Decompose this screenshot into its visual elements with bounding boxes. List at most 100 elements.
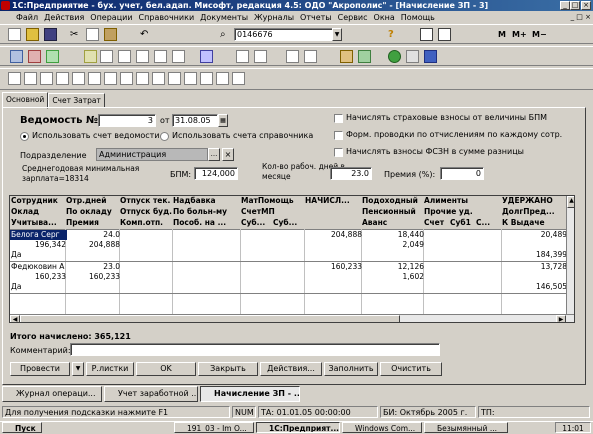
minimize-button[interactable]: _ bbox=[560, 1, 570, 10]
comment-input[interactable] bbox=[70, 343, 440, 356]
col-header-sub2[interactable]: Суб... bbox=[272, 218, 306, 230]
check-fszn-difference[interactable] bbox=[334, 148, 343, 157]
taskbar-item-im[interactable]: 191_03 - Im O... bbox=[174, 422, 254, 433]
save-icon[interactable] bbox=[44, 28, 57, 41]
close-button[interactable]: × bbox=[581, 1, 591, 10]
report-icon-9[interactable] bbox=[136, 72, 149, 85]
doc-icon-2[interactable] bbox=[28, 50, 41, 63]
doc-icon-6[interactable] bbox=[118, 50, 131, 63]
table-row-1-salary[interactable]: 196,342 bbox=[10, 240, 67, 250]
doc-icon-12[interactable] bbox=[254, 50, 267, 63]
doc-tab-journal[interactable]: Журнал операци... bbox=[2, 386, 102, 402]
menu-journals[interactable]: Журналы bbox=[254, 13, 294, 22]
table-row-1-accrued[interactable]: 204,888 bbox=[304, 230, 363, 240]
dept-input[interactable]: Администрация bbox=[96, 148, 208, 161]
table-row-2-flag[interactable]: Да bbox=[10, 282, 67, 292]
report-icon-7[interactable] bbox=[104, 72, 117, 85]
memory-m-button[interactable]: M bbox=[498, 28, 511, 41]
maximize-button[interactable]: □ bbox=[570, 1, 580, 10]
doc-tab-payroll[interactable]: Учет заработной ... bbox=[104, 386, 198, 402]
menu-actions[interactable]: Действия bbox=[44, 13, 84, 22]
report-icon-10[interactable] bbox=[152, 72, 165, 85]
doc-icon-7[interactable] bbox=[136, 50, 149, 63]
menu-service[interactable]: Сервис bbox=[338, 13, 368, 22]
col-header-account[interactable]: Счет bbox=[423, 218, 451, 230]
doc-icon-3[interactable] bbox=[46, 50, 59, 63]
post-button[interactable]: Провести bbox=[10, 362, 70, 376]
report-icon-13[interactable] bbox=[200, 72, 213, 85]
table-row-1-withheld[interactable]: 20,489 bbox=[501, 230, 568, 240]
doc-icon-13[interactable] bbox=[286, 50, 299, 63]
table-row-2-by-salary[interactable]: 160,233 bbox=[65, 272, 121, 282]
undo-icon[interactable]: ↶ bbox=[140, 28, 153, 41]
table-row-2-name[interactable]: Федюковин А bbox=[10, 262, 67, 272]
doc-icon-14[interactable] bbox=[304, 50, 317, 63]
doc-icon-8[interactable] bbox=[154, 50, 167, 63]
menu-documents[interactable]: Документы bbox=[200, 13, 248, 22]
doc-icon-5[interactable] bbox=[100, 50, 113, 63]
report-icon-15[interactable] bbox=[232, 72, 245, 85]
dept-select-button[interactable]: ... bbox=[208, 148, 220, 161]
report-icon-2[interactable] bbox=[24, 72, 37, 85]
menu-help[interactable]: Помощь bbox=[401, 13, 435, 22]
memory-mplus-button[interactable]: M+ bbox=[512, 28, 530, 41]
table-row-1-pension[interactable]: 2,049 bbox=[361, 240, 425, 250]
col-header-sub1[interactable]: Суб... bbox=[240, 218, 274, 230]
col-header-benefit[interactable]: Пособ. на ... bbox=[172, 218, 242, 230]
table-row-1-name[interactable]: Белога Серг bbox=[10, 230, 67, 240]
menu-operations[interactable]: Операции bbox=[90, 13, 132, 22]
col-header-bonus[interactable]: Премия bbox=[65, 218, 121, 230]
table-row-1-by-salary[interactable]: 204,888 bbox=[65, 240, 121, 250]
menu-references[interactable]: Справочники bbox=[139, 13, 195, 22]
doc-icon-11[interactable] bbox=[236, 50, 249, 63]
col-header-advance[interactable]: Аванс bbox=[361, 218, 425, 230]
scroll-thumb[interactable] bbox=[20, 315, 400, 322]
payslips-button[interactable]: Р.листки bbox=[86, 362, 134, 376]
table-row-2-salary[interactable]: 160,233 bbox=[10, 272, 67, 282]
date-input[interactable]: 31.08.05 bbox=[172, 114, 218, 127]
table-row-2-pension[interactable]: 1,602 bbox=[361, 272, 425, 282]
doc-icon-10[interactable] bbox=[200, 50, 213, 63]
search-input[interactable]: 0146676 bbox=[234, 28, 342, 41]
taskbar-item-windows[interactable]: Windows Com... bbox=[342, 422, 422, 433]
doc-icon-4[interactable] bbox=[84, 50, 97, 63]
calculator-icon[interactable] bbox=[420, 28, 433, 41]
doc-icon-1[interactable] bbox=[10, 50, 23, 63]
table-row-2-income-tax[interactable]: 12,126 bbox=[361, 262, 425, 272]
check-postings-per-employee[interactable] bbox=[334, 131, 343, 140]
report-icon-8[interactable] bbox=[120, 72, 133, 85]
dept-clear-button[interactable]: × bbox=[222, 148, 234, 161]
col-header-counted[interactable]: Учитыва... bbox=[10, 218, 67, 230]
actions-button[interactable]: Действия... bbox=[260, 362, 322, 376]
col-header-sub-c[interactable]: С... bbox=[475, 218, 503, 230]
table-row-2-withheld[interactable]: 13,728 bbox=[501, 262, 568, 272]
doc-icon-15[interactable] bbox=[340, 50, 353, 63]
report-icon-6[interactable] bbox=[88, 72, 101, 85]
bonus-input[interactable]: 0 bbox=[440, 167, 484, 180]
scroll-up-button[interactable]: ▲ bbox=[567, 196, 574, 208]
doc-icon-19[interactable] bbox=[424, 50, 437, 63]
menu-windows[interactable]: Окна bbox=[374, 13, 395, 22]
doc-icon-16[interactable] bbox=[358, 50, 371, 63]
report-icon-14[interactable] bbox=[216, 72, 229, 85]
menu-file[interactable]: Файл bbox=[16, 13, 38, 22]
report-icon-4[interactable] bbox=[56, 72, 69, 85]
workdays-input[interactable]: 23.0 bbox=[330, 167, 372, 180]
calendar-icon[interactable] bbox=[438, 28, 451, 41]
calendar-button[interactable]: ▦ bbox=[218, 114, 228, 127]
mdi-controls[interactable]: _ □ × bbox=[555, 13, 591, 22]
start-button[interactable]: Пуск bbox=[2, 422, 42, 433]
table-row-1-days[interactable]: 24.0 bbox=[65, 230, 121, 240]
close-form-button[interactable]: Закрыть bbox=[198, 362, 258, 376]
col-header-comp-vacation[interactable]: Комп.отп. bbox=[119, 218, 174, 230]
col-header-sub-1[interactable]: Суб1 bbox=[449, 218, 477, 230]
col-header-accrued[interactable]: НАЧИСЛ... bbox=[304, 196, 363, 230]
col-header-payout[interactable]: К Выдаче bbox=[501, 218, 568, 230]
doc-icon-17[interactable] bbox=[388, 50, 401, 63]
ok-button[interactable]: OK bbox=[136, 362, 196, 376]
taskbar-item-untitled[interactable]: Безымянный ... bbox=[424, 422, 508, 433]
scroll-right-button[interactable]: ▶ bbox=[556, 315, 566, 322]
table-row-2-days[interactable]: 23.0 bbox=[65, 262, 121, 272]
report-icon-5[interactable] bbox=[72, 72, 85, 85]
taskbar-item-1c[interactable]: 1С:Предприят... bbox=[256, 422, 340, 433]
